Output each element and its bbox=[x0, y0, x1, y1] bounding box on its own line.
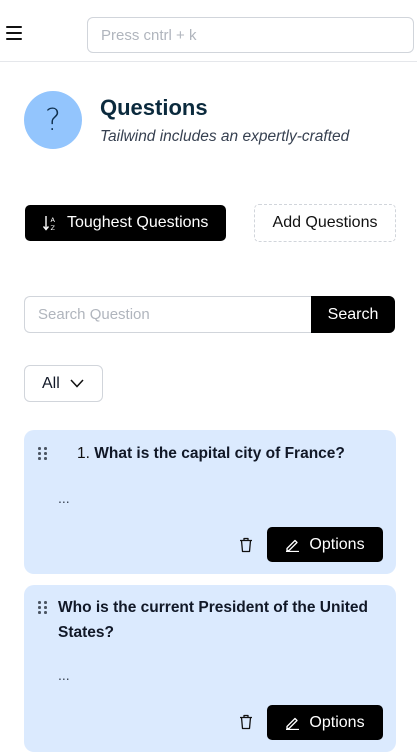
question-title: What is the capital city of France? bbox=[94, 445, 345, 462]
options-button[interactable]: Options bbox=[267, 705, 383, 740]
pencil-icon bbox=[286, 539, 300, 552]
question-title: Who is the current President of the Unit… bbox=[58, 599, 369, 641]
menu-icon[interactable] bbox=[6, 26, 22, 40]
chevron-down-icon bbox=[70, 379, 84, 388]
svg-text:A: A bbox=[51, 216, 56, 224]
drag-handle-icon[interactable] bbox=[38, 601, 48, 615]
question-text: Who is the current President of the Unit… bbox=[58, 595, 388, 645]
question-mark-icon: ? bbox=[24, 91, 82, 149]
question-preview: ... bbox=[58, 490, 70, 506]
filter-selected-value: All bbox=[42, 374, 60, 392]
question-card: Who is the current President of the Unit… bbox=[24, 585, 396, 752]
options-label: Options bbox=[309, 713, 365, 731]
top-bar bbox=[0, 0, 417, 62]
search-button[interactable]: Search bbox=[311, 296, 395, 333]
question-text: 1. What is the capital city of France? bbox=[77, 441, 377, 466]
page-subtitle: Tailwind includes an expertly-crafted bbox=[100, 128, 350, 145]
drag-handle-icon[interactable] bbox=[38, 447, 48, 461]
page-title: Questions bbox=[100, 95, 208, 120]
question-search-bar: Search bbox=[24, 296, 395, 333]
options-label: Options bbox=[309, 535, 365, 553]
toughest-questions-button[interactable]: A Z Toughest Questions bbox=[25, 205, 226, 241]
filter-dropdown[interactable]: All bbox=[24, 365, 103, 402]
sort-icon: A Z bbox=[43, 216, 56, 231]
trash-icon[interactable] bbox=[239, 714, 253, 730]
question-card: 1. What is the capital city of France? .… bbox=[24, 430, 396, 574]
trash-icon[interactable] bbox=[239, 537, 253, 553]
add-questions-button[interactable]: Add Questions bbox=[254, 204, 396, 242]
question-preview: ... bbox=[58, 667, 70, 683]
svg-text:Z: Z bbox=[51, 224, 56, 231]
question-number: 1. bbox=[77, 445, 90, 462]
toughest-questions-label: Toughest Questions bbox=[67, 214, 209, 231]
search-question-input[interactable] bbox=[24, 296, 314, 333]
options-button[interactable]: Options bbox=[267, 527, 383, 562]
command-search-input[interactable] bbox=[87, 17, 414, 53]
pencil-icon bbox=[286, 717, 300, 730]
